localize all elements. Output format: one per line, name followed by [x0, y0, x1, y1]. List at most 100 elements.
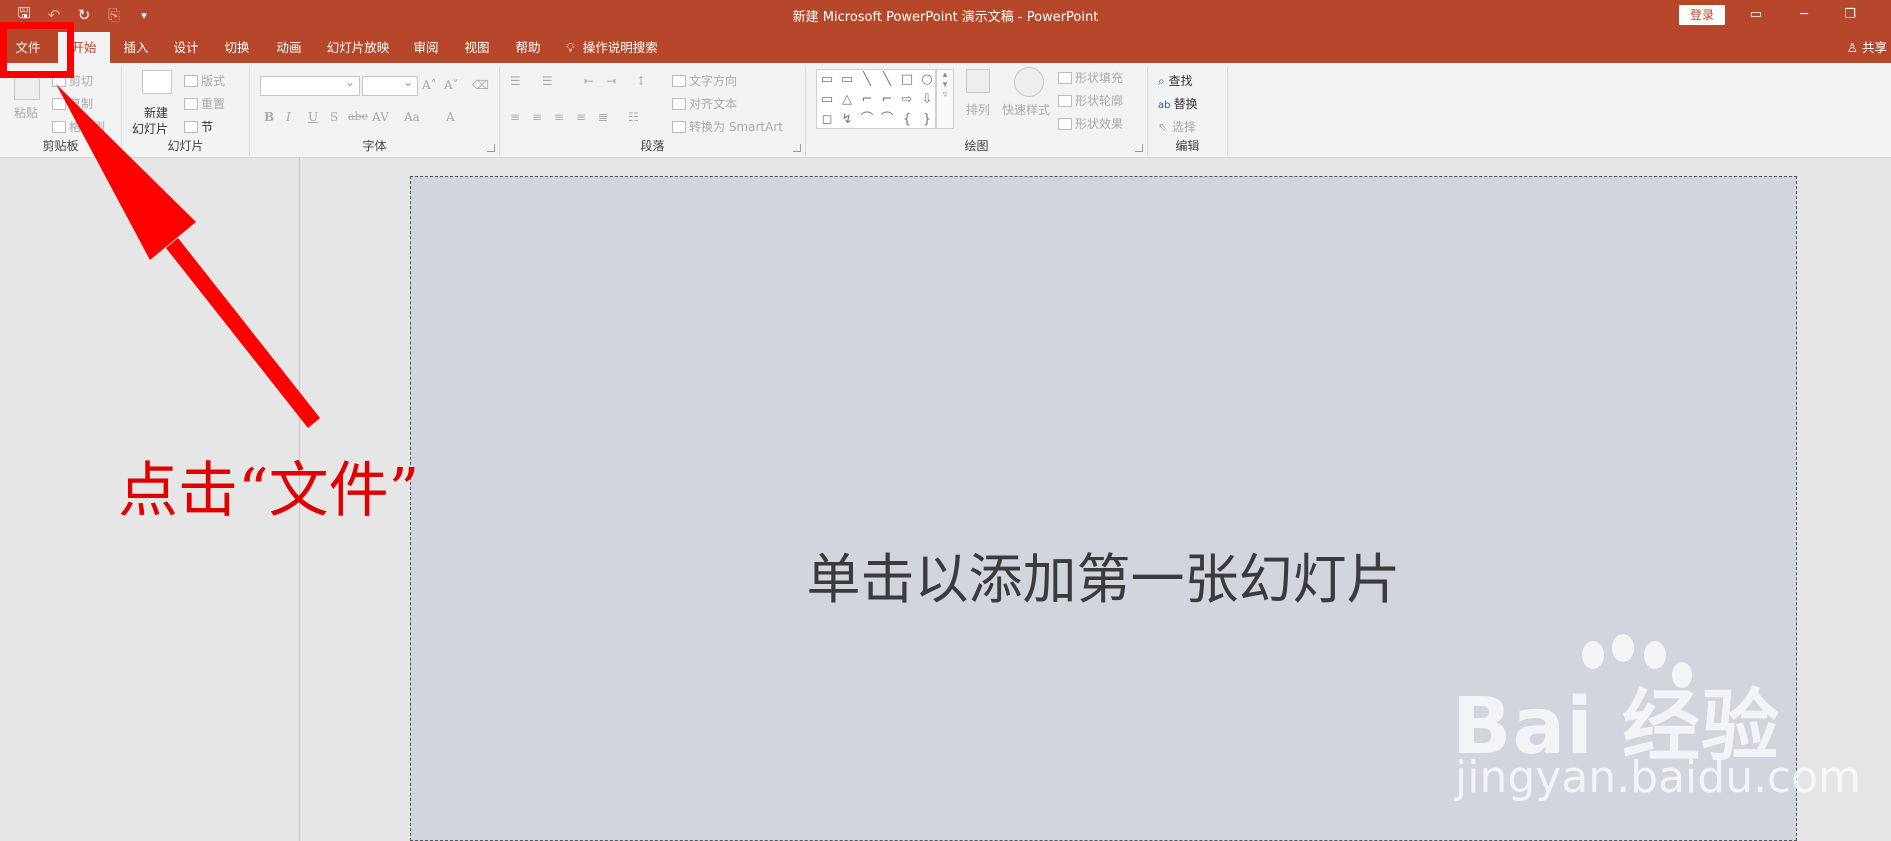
shape-option[interactable]: ⌐ — [857, 90, 877, 110]
select-button[interactable]: ⇖ 选择 — [1158, 118, 1196, 135]
font-size-combo[interactable] — [362, 75, 418, 96]
shape-option[interactable]: ○ — [917, 70, 937, 90]
title-bar: 🖫 ↶ ↻ ⎘ ▾ 新建 Microsoft PowerPoint 演示文稿 -… — [0, 0, 1891, 32]
tab-review[interactable]: 审阅 — [402, 32, 450, 63]
font-color-button[interactable]: A — [446, 110, 455, 124]
tab-help[interactable]: 帮助 — [504, 32, 552, 63]
change-case-button[interactable]: Aa — [404, 110, 420, 124]
shape-option[interactable]: { — [897, 110, 917, 130]
share-label: 共享 — [1861, 40, 1887, 55]
shape-option[interactable]: } — [917, 110, 937, 130]
paste-button[interactable]: 粘贴 — [14, 104, 38, 121]
tab-insert[interactable]: 插入 — [112, 32, 160, 63]
minimize-icon[interactable]: ─ — [1782, 3, 1826, 27]
lightbulb-icon: 💡︎ — [566, 40, 575, 55]
bold-button[interactable]: B — [264, 110, 274, 124]
increase-font-button[interactable]: A˄ — [422, 78, 437, 92]
reset-icon — [184, 98, 198, 110]
share-button[interactable]: ♙ 共享 — [1847, 32, 1891, 63]
layout-icon — [184, 75, 198, 87]
shape-option[interactable]: ▭ — [817, 90, 837, 110]
cursor-icon: ⇖ — [1158, 120, 1172, 134]
reset-button[interactable]: 重置 — [184, 95, 225, 112]
tab-transitions[interactable]: 切换 — [212, 32, 262, 63]
shape-option[interactable]: ⌒ — [857, 110, 877, 130]
bullets-icon[interactable]: ☰ — [510, 74, 521, 88]
justify-icon[interactable]: ≡ — [576, 110, 586, 124]
shape-option[interactable]: ╲ — [857, 70, 877, 90]
shape-option[interactable]: ▭ — [837, 70, 857, 90]
shape-fill-button[interactable]: 形状填充 — [1058, 69, 1123, 86]
tell-me-search[interactable]: 💡︎ 操作说明搜索 — [566, 32, 682, 63]
decrease-font-button[interactable]: A˅ — [444, 78, 459, 92]
distribute-icon[interactable]: ≣ — [598, 110, 608, 124]
new-slide-line1[interactable]: 新建 — [144, 104, 168, 121]
group-label: 编辑 — [1175, 139, 1200, 153]
columns-icon[interactable]: ☷ — [628, 110, 639, 124]
dialog-launcher-icon[interactable] — [109, 144, 117, 152]
new-slide-line2[interactable]: 幻灯片 — [132, 120, 168, 137]
align-left-icon[interactable]: ≡ — [510, 110, 520, 124]
align-text-button[interactable]: 对齐文本 — [672, 95, 737, 112]
tab-slideshow[interactable]: 幻灯片放映 — [318, 32, 398, 63]
copy-button[interactable]: 复制 — [52, 95, 93, 112]
shape-option[interactable]: ⇩ — [917, 90, 937, 110]
group-font: A˄ A˅ ⌫ B I U S abc AV Aa A 字体 — [250, 66, 500, 156]
arrange-button[interactable]: 排列 — [966, 101, 990, 118]
replace-button[interactable]: ab 替换 — [1158, 95, 1198, 112]
char-spacing-button[interactable]: AV — [372, 110, 389, 124]
decrease-indent-icon[interactable]: ⇤ — [584, 74, 594, 88]
ribbon-home: 粘贴 剪切 复制 格式刷 剪贴板 新建 幻灯片 版式 重置 节 幻灯片 A˄ A… — [0, 63, 1891, 158]
shapes-gallery-scroll[interactable]: ▴ ▾ ▿ — [936, 69, 954, 129]
baidu-watermark-url: jingyan.baidu.com — [1455, 752, 1862, 803]
tab-view[interactable]: 视图 — [452, 32, 502, 63]
add-first-slide-placeholder[interactable]: 单击以添加第一张幻灯片 — [411, 535, 1796, 614]
strikethrough-button[interactable]: abc — [348, 110, 368, 123]
font-name-combo[interactable] — [260, 75, 360, 96]
copy-icon — [52, 98, 66, 110]
ribbon-display-options-icon[interactable]: ▭ — [1734, 3, 1778, 27]
dialog-launcher-icon[interactable] — [1135, 144, 1143, 152]
shape-effects-button[interactable]: 形状效果 — [1058, 115, 1123, 132]
dialog-launcher-icon[interactable] — [793, 144, 801, 152]
shape-option[interactable]: □ — [897, 70, 917, 90]
increase-indent-icon[interactable]: ⇥ — [606, 74, 616, 88]
text-direction-button[interactable]: 文字方向 — [672, 72, 737, 89]
clear-formatting-icon[interactable]: ⌫ — [472, 78, 489, 92]
person-icon: ♙ — [1846, 40, 1858, 55]
group-label: 段落 — [640, 139, 665, 153]
tab-animations[interactable]: 动画 — [264, 32, 314, 63]
shape-option[interactable]: ╲ — [877, 70, 897, 90]
align-right-icon[interactable]: ≡ — [554, 110, 564, 124]
shape-option[interactable]: △ — [837, 90, 857, 110]
shapes-gallery[interactable]: ▭ ▭ ╲ ╲ □ ○ ▭ △ ⌐ ⌐ ⇨ ⇩ ◻ ↯ ⌒ ⌒{} — [816, 69, 936, 129]
underline-button[interactable]: U — [308, 110, 318, 124]
shape-option[interactable]: ↯ — [837, 110, 857, 130]
tab-design[interactable]: 设计 — [162, 32, 210, 63]
search-icon: ⌕ — [1158, 74, 1169, 88]
smartart-button[interactable]: 转换为 SmartArt — [672, 118, 783, 135]
restore-icon[interactable]: ❐ — [1828, 3, 1872, 27]
shadow-button[interactable]: S — [330, 110, 338, 124]
shape-option[interactable]: ▭ — [817, 70, 837, 90]
numbering-icon[interactable]: ☰ — [542, 74, 553, 88]
shape-option[interactable]: ⌒ — [877, 110, 897, 130]
format-painter-button[interactable]: 格式刷 — [52, 118, 105, 135]
layout-button[interactable]: 版式 — [184, 72, 225, 89]
shape-option[interactable]: ◻ — [817, 110, 837, 130]
shape-option[interactable]: ⌐ — [877, 90, 897, 110]
align-center-icon[interactable]: ≡ — [532, 110, 542, 124]
shape-outline-button[interactable]: 形状轮廓 — [1058, 92, 1123, 109]
text-direction-icon — [672, 75, 686, 87]
find-button[interactable]: ⌕ 查找 — [1158, 72, 1193, 89]
group-label: 字体 — [362, 139, 387, 153]
italic-button[interactable]: I — [286, 110, 291, 124]
quick-styles-button[interactable]: 快速样式 — [1002, 101, 1050, 118]
shape-option[interactable]: ⇨ — [897, 90, 917, 110]
paintbrush-icon — [52, 121, 66, 133]
login-button[interactable]: 登录 — [1679, 5, 1725, 25]
line-spacing-icon[interactable]: ↕ — [636, 74, 646, 88]
dialog-launcher-icon[interactable] — [487, 144, 495, 152]
group-editing: ⌕ 查找 ab 替换 ⇖ 选择 编辑 — [1148, 66, 1228, 156]
section-button[interactable]: 节 — [184, 118, 213, 135]
